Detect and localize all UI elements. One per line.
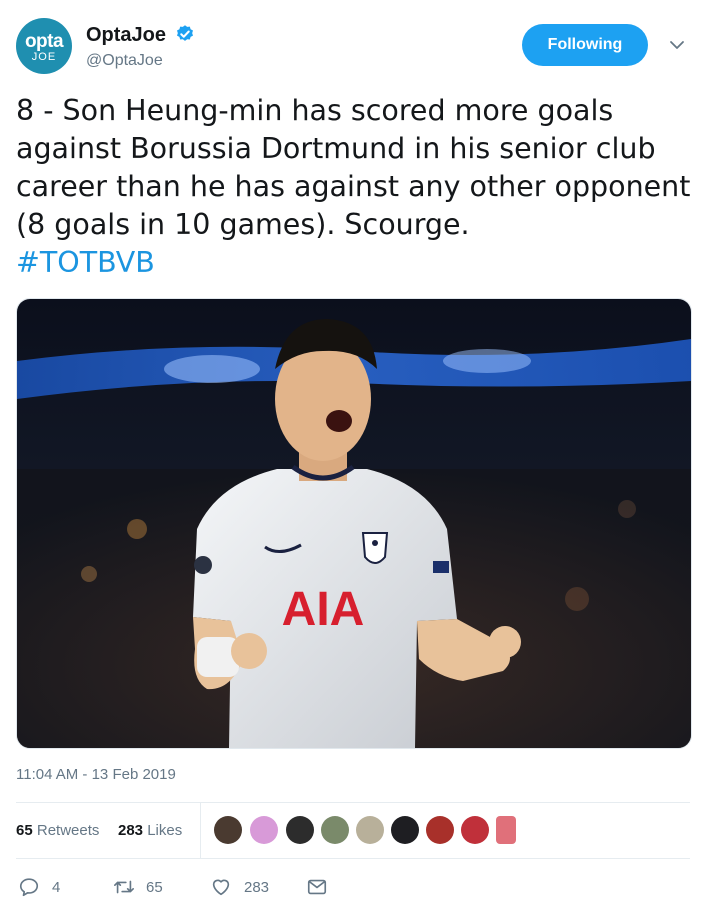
liker-avatar[interactable] (461, 816, 489, 844)
message-icon (307, 879, 327, 895)
avatar-logo-subtext: JOE (31, 51, 57, 63)
reply-icon (19, 878, 39, 897)
tweet-body: 8 - Son Heung-min has scored more goals … (16, 92, 696, 282)
account-name[interactable]: OptaJoe (86, 24, 166, 47)
liker-avatar[interactable] (356, 816, 384, 844)
tweet-header: opta JOE OptaJoe @OptaJoe Following (16, 18, 696, 78)
retweet-action[interactable]: 65 (112, 876, 172, 898)
liker-avatar[interactable] (286, 816, 314, 844)
heart-icon (212, 879, 230, 896)
avatar[interactable]: opta JOE (16, 18, 72, 74)
photo-son-celebrating: AIA (17, 299, 691, 748)
account-handle[interactable]: @OptaJoe (86, 52, 163, 70)
liker-avatar[interactable] (321, 816, 349, 844)
retweet-count: 65 (146, 879, 163, 896)
tweet-text: 8 - Son Heung-min has scored more goals … (16, 94, 691, 241)
avatar-logo-text: opta (24, 31, 64, 52)
stats-divider-top (16, 802, 690, 803)
like-action[interactable]: 283 (210, 876, 280, 898)
retweet-stat[interactable]: 65 Retweets (16, 822, 99, 839)
like-count: 283 (244, 879, 270, 896)
tweet-photo[interactable]: AIA (16, 298, 692, 749)
like-stat-count: 283 (118, 822, 144, 839)
liker-avatar[interactable] (496, 816, 516, 844)
stats-divider-vertical (200, 802, 201, 858)
shirt-sponsor-text: AIA (282, 583, 365, 636)
direct-message-action[interactable] (306, 876, 330, 898)
hashtag-link[interactable]: #TOTBVB (16, 244, 696, 282)
retweet-stat-label: Retweets (36, 822, 100, 839)
following-button[interactable]: Following (522, 24, 648, 66)
liker-avatar[interactable] (426, 816, 454, 844)
retweet-stat-count: 65 (16, 822, 33, 839)
liker-avatar[interactable] (250, 816, 278, 844)
stats-divider-bottom (16, 858, 690, 859)
chevron-down-icon[interactable] (668, 36, 686, 54)
tweet-timestamp[interactable]: 11:04 AM - 13 Feb 2019 (16, 766, 176, 783)
retweet-icon (114, 880, 134, 894)
like-stat-label: Likes (147, 822, 183, 839)
reply-count: 4 (52, 879, 61, 896)
liker-avatar[interactable] (214, 816, 242, 844)
liker-avatar[interactable] (391, 816, 419, 844)
verified-badge-icon (177, 25, 193, 41)
reply-action[interactable]: 4 (18, 876, 68, 898)
like-stat[interactable]: 283 Likes (118, 822, 182, 839)
